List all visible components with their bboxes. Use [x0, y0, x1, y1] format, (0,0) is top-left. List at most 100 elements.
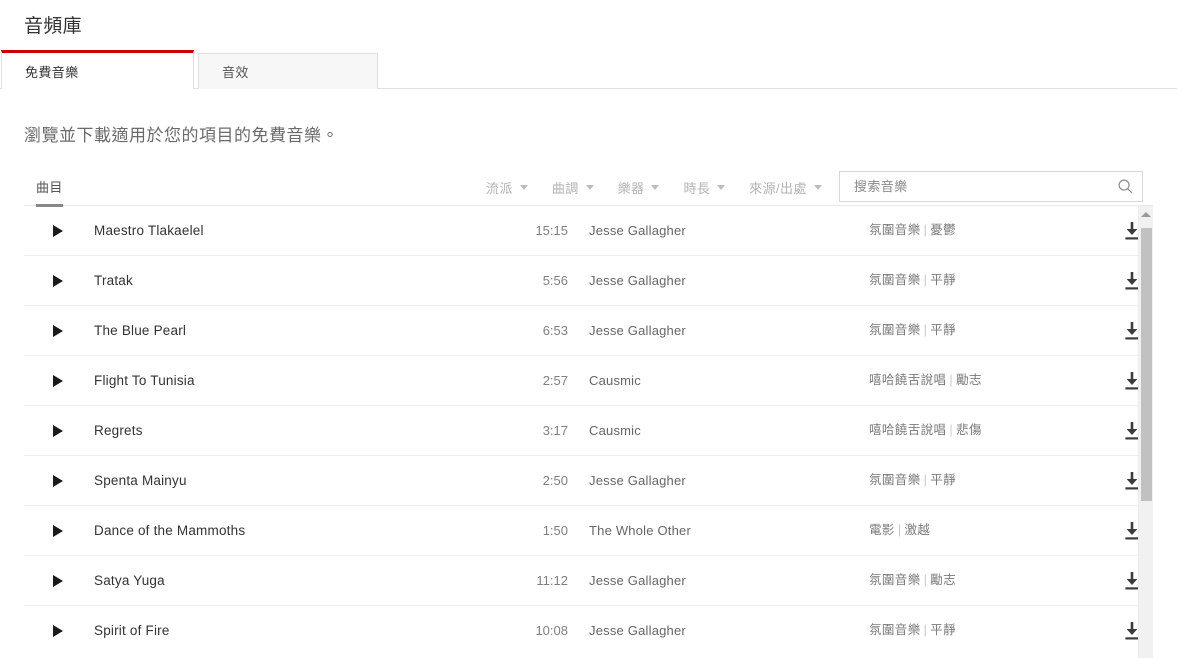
filter-duration[interactable]: 時長: [683, 178, 726, 197]
download-icon[interactable]: [1121, 421, 1138, 441]
page-title: 音頻庫: [24, 16, 82, 37]
track-title[interactable]: Flight To Tunisia: [94, 356, 195, 405]
filter-mood-label: 曲調: [551, 180, 579, 196]
track-row[interactable]: Tratak 5:56 Jesse Gallagher 氛圍音樂 | 平靜: [24, 256, 1138, 306]
track-mood-label: 憂鬱: [930, 223, 957, 237]
track-title[interactable]: Dance of the Mammoths: [94, 506, 245, 555]
track-mood-label: 勵志: [956, 373, 982, 387]
track-mood-label: 勵志: [930, 573, 957, 587]
track-row[interactable]: Satya Yuga 11:12 Jesse Gallagher 氛圍音樂 | 勵志: [24, 556, 1138, 606]
track-duration: 5:56: [542, 273, 568, 288]
track-row[interactable]: Spenta Mainyu 2:50 Jesse Gallagher 氛圍音樂 | 平靜: [24, 456, 1138, 506]
track-duration: 10:08: [535, 623, 568, 638]
track-mood-label: 激越: [904, 523, 931, 537]
search-icon[interactable]: [1108, 172, 1142, 201]
track-artist: Causmic: [589, 423, 641, 438]
chevron-down-icon: [717, 184, 726, 190]
track-mood-label: 悲傷: [956, 423, 982, 437]
track-genre-label: 氛圍音樂: [869, 573, 921, 587]
tab-sound-effects[interactable]: 音效: [198, 53, 378, 89]
genre-mood-separator: |: [923, 223, 928, 237]
genre-mood-separator: |: [923, 323, 928, 337]
genre-mood-separator: |: [949, 373, 954, 387]
filter-genre-label: 流派: [486, 180, 513, 196]
play-icon[interactable]: [53, 375, 63, 387]
play-icon[interactable]: [53, 425, 63, 437]
play-icon[interactable]: [53, 475, 63, 487]
filter-group: 流派 曲調 樂器 時長 來源/出處: [486, 168, 846, 206]
track-title[interactable]: Spenta Mainyu: [94, 456, 187, 505]
download-icon[interactable]: [1121, 321, 1138, 341]
filter-attribution[interactable]: 來源/出處: [749, 178, 822, 197]
track-duration: 2:57: [542, 373, 568, 388]
track-mood-label: 平靜: [930, 273, 957, 287]
track-duration: 15:15: [535, 223, 568, 238]
track-genre-label: 嘻哈饒舌說唱: [869, 373, 947, 387]
track-artist: The Whole Other: [589, 523, 691, 538]
column-header-tracks[interactable]: 曲目: [24, 177, 63, 207]
track-artist: Jesse Gallagher: [589, 623, 686, 638]
search-box[interactable]: [839, 171, 1143, 202]
play-icon[interactable]: [53, 525, 63, 537]
track-duration: 11:12: [536, 573, 568, 588]
play-icon[interactable]: [53, 575, 63, 587]
track-row[interactable]: Spirit of Fire 10:08 Jesse Gallagher 氛圍音樂 | 平…: [24, 606, 1138, 656]
track-title[interactable]: Tratak: [94, 256, 133, 305]
download-icon[interactable]: [1121, 621, 1138, 641]
tab-free-music-label: 免費音樂: [25, 64, 79, 80]
play-icon[interactable]: [53, 275, 63, 287]
track-title[interactable]: Regrets: [94, 406, 143, 455]
genre-mood-separator: |: [923, 273, 928, 287]
chevron-down-icon: [651, 184, 660, 190]
download-icon[interactable]: [1121, 221, 1138, 241]
scroll-up-arrow-icon[interactable]: [1139, 206, 1153, 223]
track-genre: 電影 | 激越: [869, 506, 930, 555]
download-icon[interactable]: [1121, 521, 1138, 541]
track-title[interactable]: The Blue Pearl: [94, 306, 186, 355]
track-row[interactable]: Flight To Tunisia 2:57 Causmic 嘻哈饒舌說唱 | 勵志: [24, 356, 1138, 406]
tab-strip: 免費音樂 音效: [0, 50, 1177, 89]
track-genre: 氛圍音樂 | 勵志: [869, 556, 956, 605]
track-genre-label: 電影: [869, 523, 895, 537]
track-row[interactable]: Dance of the Mammoths 1:50 The Whole Other…: [24, 506, 1138, 556]
scrollbar-thumb[interactable]: [1141, 228, 1152, 501]
track-mood-label: 平靜: [930, 473, 957, 487]
track-duration: 3:17: [542, 423, 568, 438]
track-artist: Jesse Gallagher: [589, 223, 686, 238]
track-genre: 嘻哈饒舌說唱 | 悲傷: [869, 406, 982, 455]
play-icon[interactable]: [53, 225, 63, 237]
track-row[interactable]: Maestro Tlakaelel 15:15 Jesse Gallagher 氛圍音…: [24, 206, 1138, 256]
track-genre: 氛圍音樂 | 平靜: [869, 456, 956, 505]
download-icon[interactable]: [1121, 371, 1138, 391]
track-genre: 氛圍音樂 | 平靜: [869, 256, 956, 305]
track-title[interactable]: Satya Yuga: [94, 556, 165, 605]
track-title[interactable]: Maestro Tlakaelel: [94, 206, 204, 255]
vertical-scrollbar[interactable]: [1138, 206, 1153, 658]
track-duration: 1:50: [542, 523, 568, 538]
download-icon[interactable]: [1121, 271, 1138, 291]
chevron-down-icon: [585, 184, 594, 190]
tab-free-music[interactable]: 免費音樂: [1, 50, 194, 89]
filter-genre[interactable]: 流派: [486, 178, 528, 197]
filter-instrument-label: 樂器: [617, 180, 645, 196]
page-header: 音頻庫: [0, 0, 1177, 40]
filter-attribution-label: 來源/出處: [749, 180, 807, 196]
track-duration: 2:50: [542, 473, 568, 488]
search-input[interactable]: [840, 179, 1108, 194]
filter-bar: 曲目 流派 曲調 樂器 時長 來源/出處: [24, 168, 1153, 207]
tab-sound-effects-label: 音效: [222, 65, 249, 80]
download-icon[interactable]: [1121, 571, 1138, 591]
track-row[interactable]: Regrets 3:17 Causmic 嘻哈饒舌說唱 | 悲傷: [24, 406, 1138, 456]
filter-mood[interactable]: 曲調: [552, 178, 594, 197]
download-icon[interactable]: [1121, 471, 1138, 491]
genre-mood-separator: |: [923, 573, 928, 587]
filter-instrument[interactable]: 樂器: [618, 178, 660, 197]
track-mood-label: 平靜: [930, 623, 957, 637]
track-genre-label: 氛圍音樂: [869, 473, 921, 487]
play-icon[interactable]: [53, 625, 63, 637]
play-icon[interactable]: [53, 325, 63, 337]
track-row[interactable]: The Blue Pearl 6:53 Jesse Gallagher 氛圍音樂 | 平靜: [24, 306, 1138, 356]
track-title[interactable]: Spirit of Fire: [94, 606, 170, 655]
chevron-down-icon: [813, 184, 822, 190]
track-mood-label: 平靜: [930, 323, 957, 337]
